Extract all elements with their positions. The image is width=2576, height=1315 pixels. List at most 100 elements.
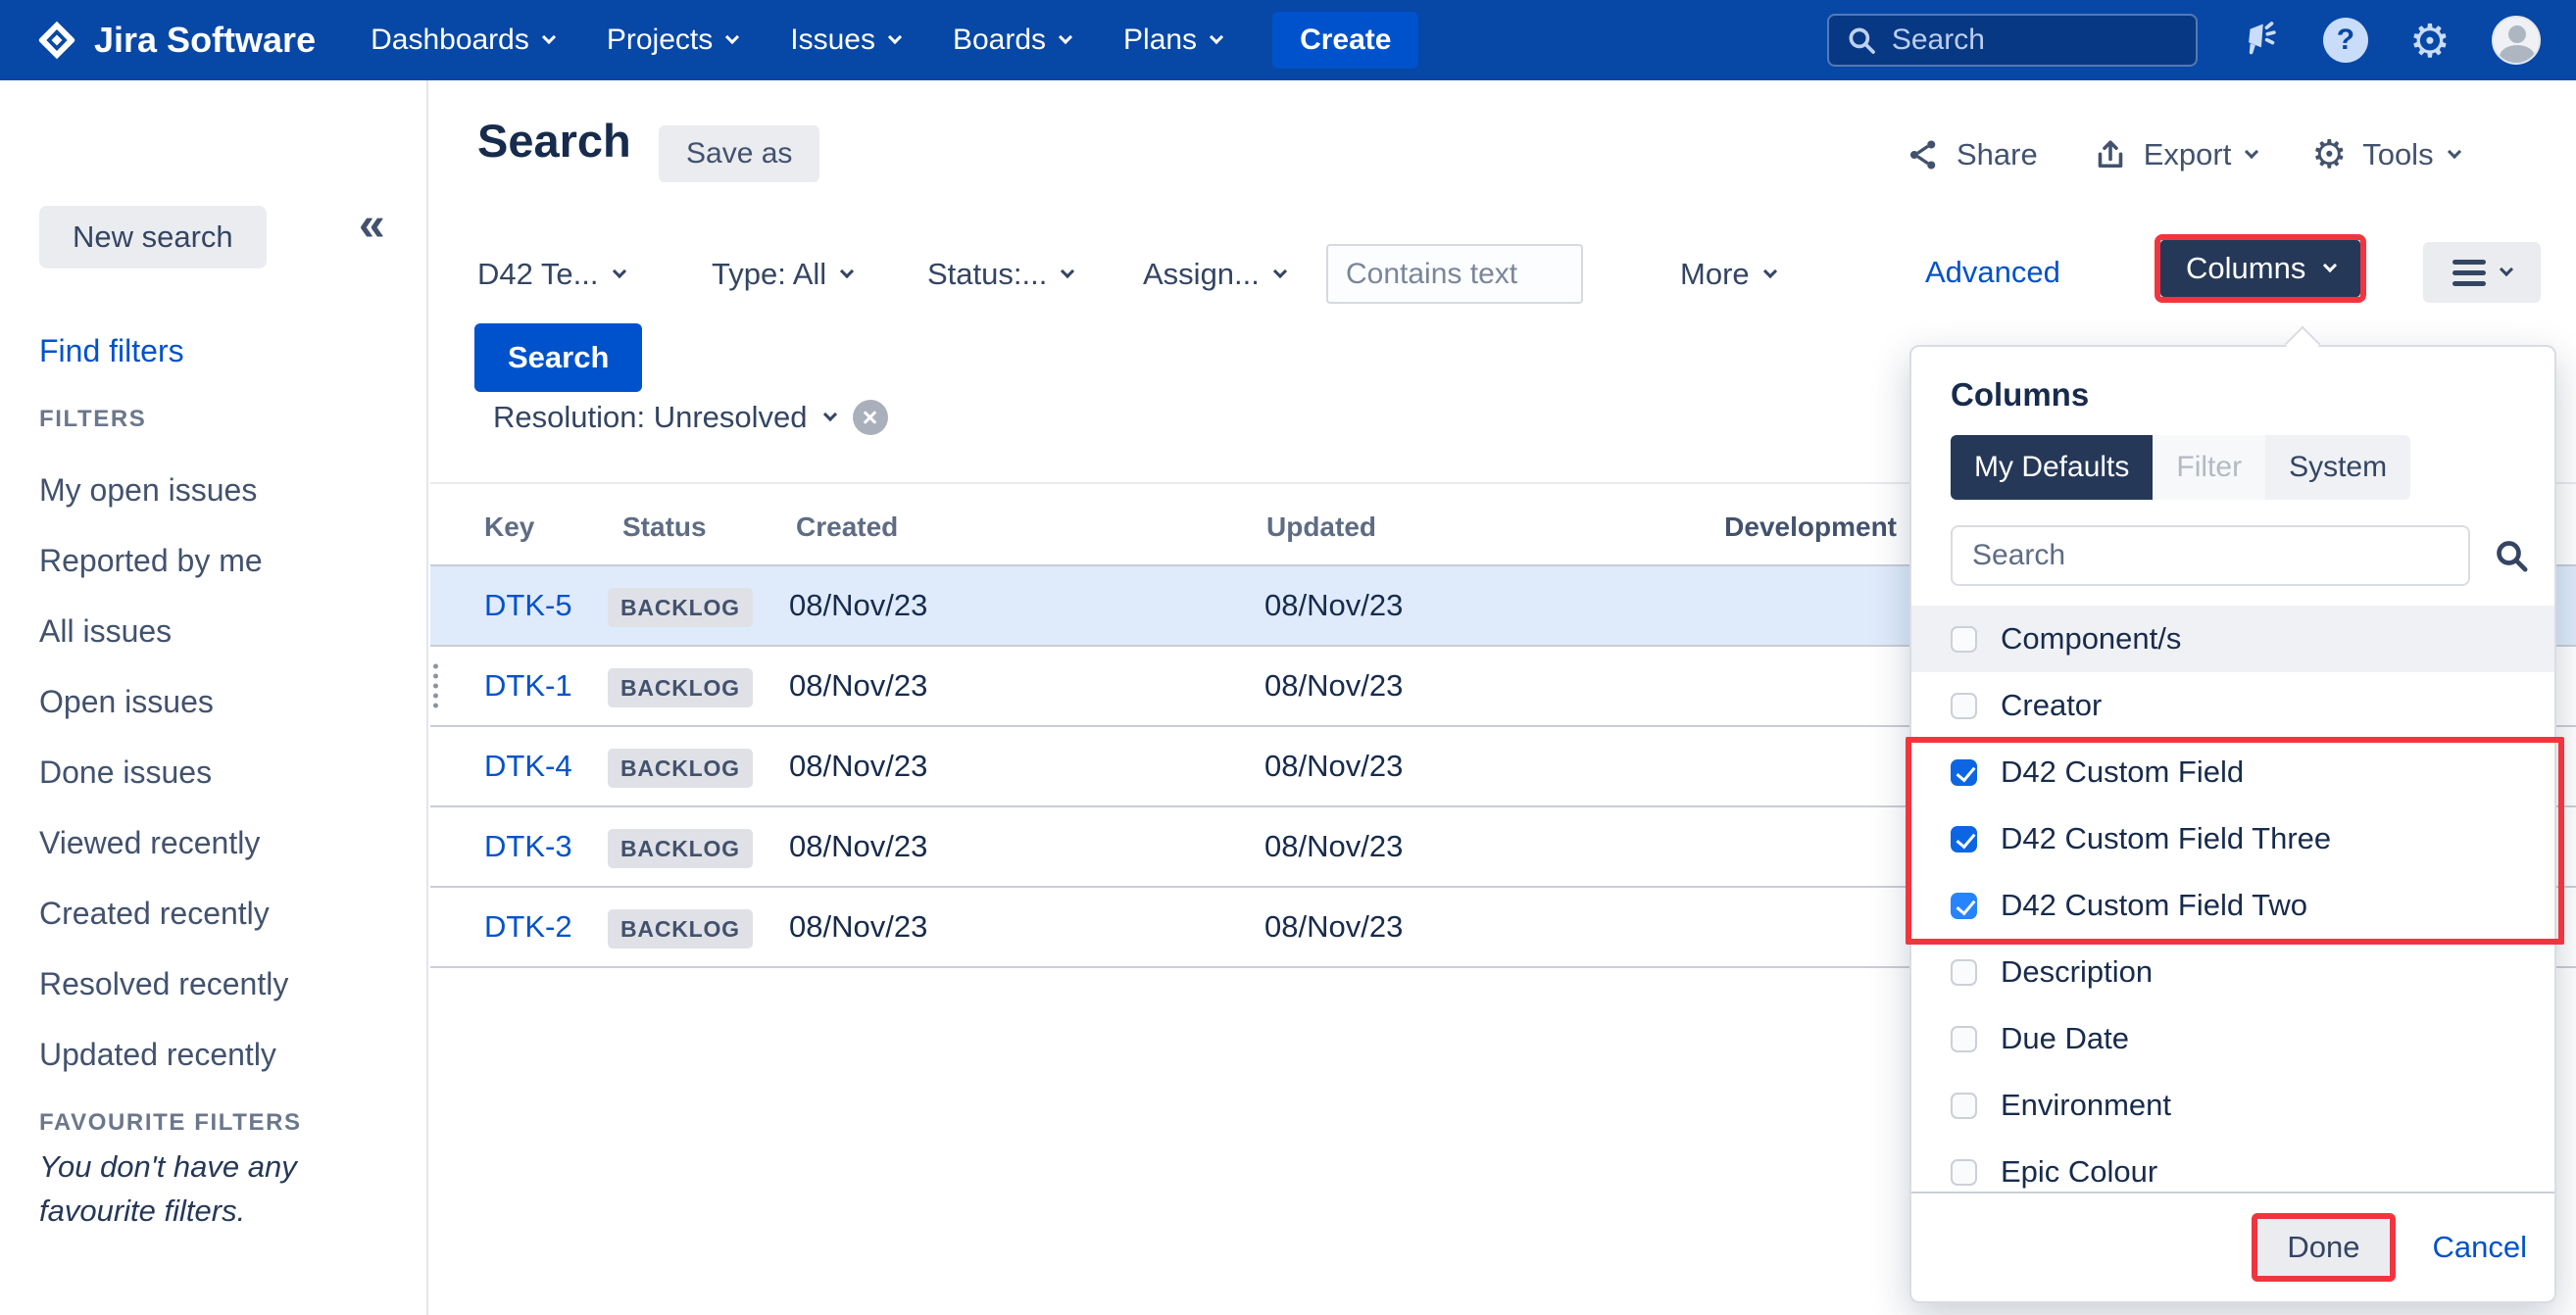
columns-button[interactable]: Columns <box>2160 240 2360 297</box>
nav-dashboards[interactable]: Dashboards <box>371 24 554 57</box>
filters-list: My open issues Reported by me All issues… <box>39 455 288 1090</box>
column-option-epic-colour[interactable]: Epic Colour <box>1911 1139 2554 1190</box>
assignee-filter-dropdown[interactable]: Assign... <box>1143 247 1285 302</box>
resolution-filter-chip[interactable]: Resolution: Unresolved × <box>493 400 888 435</box>
advanced-search-link[interactable]: Advanced <box>1925 255 2060 290</box>
jira-logo[interactable]: Jira Software <box>35 19 316 62</box>
primary-nav: Dashboards Projects Issues Boards Plans <box>371 24 1221 57</box>
sidebar-item-viewed-recently[interactable]: Viewed recently <box>39 807 288 878</box>
status-filter-dropdown[interactable]: Status:... <box>927 247 1072 302</box>
sidebar-item-created-recently[interactable]: Created recently <box>39 878 288 949</box>
chevron-down-icon <box>840 265 854 278</box>
nav-boards[interactable]: Boards <box>953 24 1070 57</box>
tab-my-defaults[interactable]: My Defaults <box>1951 435 2153 500</box>
global-search-input[interactable] <box>1892 24 2180 57</box>
save-as-button[interactable]: Save as <box>659 125 819 182</box>
new-search-button[interactable]: New search <box>39 206 267 268</box>
chevron-down-icon <box>1059 30 1072 44</box>
column-option-environment[interactable]: Environment <box>1911 1072 2554 1139</box>
columns-search-input[interactable] <box>1951 525 2470 586</box>
favourite-filters-empty-text: You don't have any favourite filters. <box>39 1145 314 1233</box>
contains-text-input[interactable] <box>1326 244 1583 304</box>
checkbox-unchecked[interactable] <box>1951 693 1977 719</box>
columns-panel-title: Columns <box>1951 376 2531 414</box>
sidebar-item-done-issues[interactable]: Done issues <box>39 737 288 807</box>
assignee-filter-label: Assign... <box>1143 257 1260 292</box>
sidebar-item-resolved-recently[interactable]: Resolved recently <box>39 949 288 1019</box>
checkbox-unchecked[interactable] <box>1951 1093 1977 1119</box>
share-button[interactable]: Share <box>1906 137 2038 172</box>
project-filter-dropdown[interactable]: D42 Te... <box>477 247 624 302</box>
column-option-d42-custom-field-two[interactable]: D42 Custom Field Two <box>1911 872 2554 939</box>
column-header-updated[interactable]: Updated <box>1266 511 1376 543</box>
chevron-down-icon <box>1763 265 1777 278</box>
announcements-button[interactable] <box>2239 19 2282 62</box>
jira-issue-navigator-screen: Jira Software Dashboards Projects Issues… <box>0 0 2576 1315</box>
checkbox-checked[interactable] <box>1951 826 1977 852</box>
chevron-down-icon <box>612 265 625 278</box>
issue-key-link[interactable]: DTK-3 <box>484 829 572 863</box>
issue-key-link[interactable]: DTK-5 <box>484 588 572 622</box>
column-header-key[interactable]: Key <box>484 511 534 543</box>
profile-button[interactable] <box>2492 16 2541 65</box>
sidebar-item-updated-recently[interactable]: Updated recently <box>39 1019 288 1090</box>
status-badge: BACKLOG <box>608 588 753 627</box>
column-option-d42-custom-field[interactable]: D42 Custom Field <box>1911 739 2554 805</box>
checkbox-unchecked[interactable] <box>1951 626 1977 653</box>
row-drag-handle[interactable] <box>433 664 438 708</box>
cancel-link[interactable]: Cancel <box>2433 1230 2528 1265</box>
checkbox-unchecked[interactable] <box>1951 1159 1977 1186</box>
issue-key-link[interactable]: DTK-1 <box>484 668 572 703</box>
created-date: 08/Nov/23 <box>789 909 927 945</box>
updated-date: 08/Nov/23 <box>1264 909 1403 945</box>
column-header-development[interactable]: Development <box>1724 511 1897 543</box>
column-option-description[interactable]: Description <box>1911 939 2554 1005</box>
nav-projects[interactable]: Projects <box>607 24 737 57</box>
sidebar-item-open-issues[interactable]: Open issues <box>39 666 288 737</box>
gear-icon: ⚙ <box>2311 135 2347 174</box>
column-option-due-date[interactable]: Due Date <box>1911 1005 2554 1072</box>
sidebar-item-reported-by-me[interactable]: Reported by me <box>39 525 288 596</box>
chevron-down-icon <box>2448 145 2461 159</box>
remove-resolution-filter-icon[interactable]: × <box>853 400 888 435</box>
checkbox-checked[interactable] <box>1951 759 1977 786</box>
jira-logo-icon <box>35 19 78 62</box>
run-search-button[interactable]: Search <box>474 323 642 392</box>
status-badge: BACKLOG <box>608 668 753 707</box>
more-filters-dropdown[interactable]: More <box>1680 247 1775 302</box>
column-option-creator[interactable]: Creator <box>1911 672 2554 739</box>
sidebar-item-all-issues[interactable]: All issues <box>39 596 288 666</box>
create-button[interactable]: Create <box>1272 12 1418 69</box>
status-filter-label: Status:... <box>927 257 1047 292</box>
tab-filter[interactable]: Filter <box>2153 435 2265 500</box>
nav-plans[interactable]: Plans <box>1123 24 1221 57</box>
issue-key-link[interactable]: DTK-2 <box>484 909 572 944</box>
issue-key-link[interactable]: DTK-4 <box>484 749 572 783</box>
export-button[interactable]: Export <box>2093 137 2257 172</box>
columns-button-label: Columns <box>2186 251 2305 286</box>
export-label: Export <box>2144 137 2232 172</box>
type-filter-dropdown[interactable]: Type: All <box>712 247 852 302</box>
checkbox-unchecked[interactable] <box>1951 1026 1977 1052</box>
tools-label: Tools <box>2362 137 2433 172</box>
nav-issues[interactable]: Issues <box>790 24 900 57</box>
chevron-down-icon <box>1273 265 1287 278</box>
column-option-d42-custom-field-three[interactable]: D42 Custom Field Three <box>1911 805 2554 872</box>
find-filters-link[interactable]: Find filters <box>39 333 184 369</box>
done-button[interactable]: Done <box>2257 1219 2389 1276</box>
sidebar-item-my-open-issues[interactable]: My open issues <box>39 455 288 525</box>
help-button[interactable]: ? <box>2323 18 2368 63</box>
chevron-down-icon <box>2500 263 2513 276</box>
tools-button[interactable]: ⚙ Tools <box>2311 135 2458 174</box>
column-header-created[interactable]: Created <box>796 511 898 543</box>
checkbox-unchecked[interactable] <box>1951 959 1977 986</box>
column-header-status[interactable]: Status <box>622 511 707 543</box>
columns-panel-footer: Done Cancel <box>1911 1192 2554 1301</box>
checkbox-checked[interactable] <box>1951 893 1977 919</box>
tab-system[interactable]: System <box>2265 435 2410 500</box>
list-view-toggle-button[interactable] <box>2423 242 2541 303</box>
column-option-components[interactable]: Component/s <box>1911 606 2554 672</box>
settings-button[interactable]: ⚙ <box>2409 18 2451 64</box>
collapse-sidebar-icon[interactable]: « <box>359 198 385 252</box>
global-search[interactable] <box>1827 14 2198 67</box>
